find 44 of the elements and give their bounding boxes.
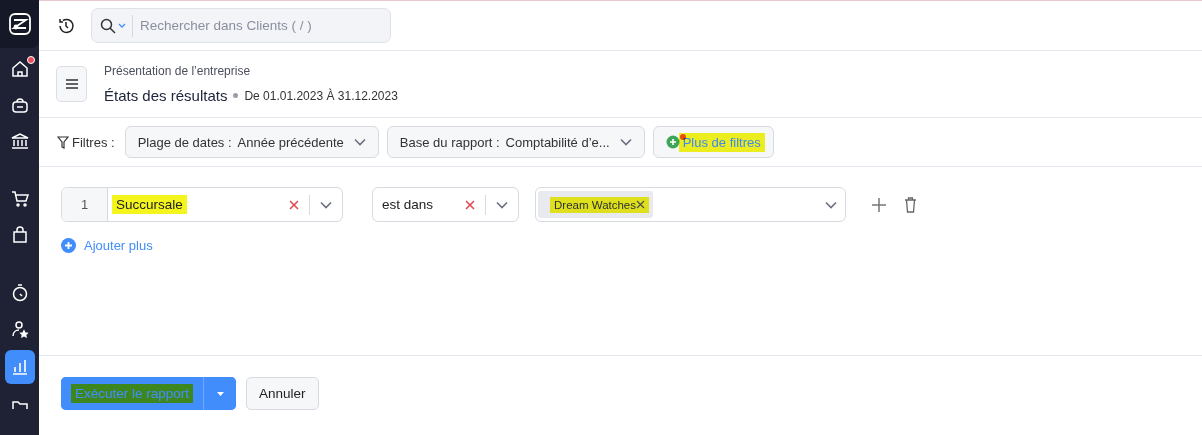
search-field[interactable]: Rechercher dans Clients ( / ) — [133, 17, 373, 34]
folder-icon[interactable] — [10, 401, 29, 409]
timer-icon[interactable] — [10, 284, 29, 302]
bank-icon[interactable] — [10, 132, 29, 150]
field-select[interactable]: 1 Succursale — [61, 187, 343, 222]
report-title: États des résultats — [104, 87, 228, 104]
chevron-down-icon — [320, 200, 332, 209]
bar-chart-icon[interactable] — [10, 358, 29, 376]
filter-icon — [57, 135, 69, 149]
clear-icon[interactable] — [289, 199, 299, 210]
remove-icon[interactable] — [636, 199, 645, 209]
chevron-down-icon — [619, 138, 632, 146]
caret-icon — [216, 391, 224, 396]
chevron-down-icon — [353, 138, 366, 146]
plus-circle-icon — [665, 135, 680, 149]
logo-icon[interactable] — [7, 12, 32, 36]
plus-circle-icon — [61, 238, 76, 253]
search-bar[interactable]: Rechercher dans Clients ( / ) — [91, 8, 391, 43]
breadcrumb[interactable]: Présentation de l’entreprise — [104, 64, 398, 78]
row-number: 1 — [62, 188, 108, 221]
values-select[interactable]: Dream Watches — [535, 187, 846, 222]
basket-icon[interactable] — [10, 96, 29, 114]
home-icon[interactable] — [10, 60, 29, 78]
cancel-button[interactable]: Annuler — [246, 377, 319, 410]
history-icon[interactable] — [57, 16, 75, 35]
chevron-down-icon — [825, 200, 837, 209]
chevron-down-icon — [118, 22, 126, 29]
cart-icon[interactable] — [10, 190, 29, 208]
menu-icon — [65, 79, 78, 89]
bag-icon[interactable] — [10, 226, 29, 244]
add-icon[interactable] — [872, 197, 886, 212]
date-range: De 01.01.2023 À 31.12.2023 — [244, 88, 398, 103]
value-tag: Dream Watches — [538, 191, 653, 218]
chevron-down-icon — [496, 200, 508, 209]
separator-dot — [233, 93, 239, 98]
clear-icon[interactable] — [465, 199, 475, 210]
menu-button[interactable] — [56, 66, 87, 102]
user-star-icon[interactable] — [10, 320, 29, 338]
filter-dropdown[interactable]: Plage de dates : Année précédente — [124, 126, 379, 158]
filters-label: Filtres : — [72, 134, 115, 150]
operator-select[interactable]: est dans — [372, 187, 519, 222]
filter-dropdown[interactable]: Base du rapport : Comptabilité d’e... — [386, 126, 645, 158]
delete-icon[interactable] — [904, 196, 917, 213]
search-icon — [100, 17, 116, 34]
